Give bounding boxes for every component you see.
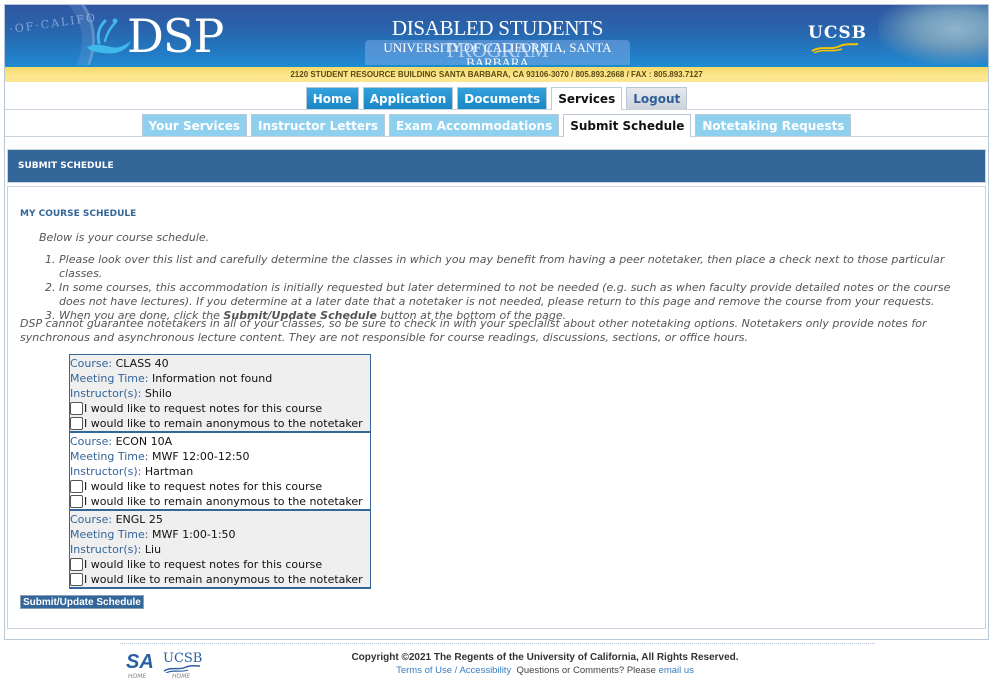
tab-services[interactable]: Services [551,87,623,110]
course-value: CLASS 40 [115,357,169,370]
ucsb-home-label[interactable]: HOME [172,673,190,680]
course-row: Course: CLASS 40 Meeting Time: Informati… [70,355,370,433]
course-label: Course: [70,357,113,370]
anonymous-checkbox[interactable] [70,495,83,508]
dsp-hand-icon [87,18,131,54]
anonymous-checkbox[interactable] [70,573,83,586]
meeting-time-label: Meeting Time: [70,372,149,385]
meeting-time-value: MWF 1:00-1:50 [151,528,236,541]
subtab-your-services[interactable]: Your Services [141,114,248,136]
subtab-submit-schedule[interactable]: Submit Schedule [563,114,692,137]
course-row: Course: ECON 10A Meeting Time: MWF 12:00… [70,433,370,511]
course-value: ENGL 25 [115,513,163,526]
tab-documents[interactable]: Documents [457,87,548,109]
ucsb-wave-icon [163,665,201,673]
dsp-logo[interactable]: DSP [127,11,224,61]
request-notes-checkbox[interactable] [70,480,83,493]
tab-logout[interactable]: Logout [626,87,688,109]
section-header: SUBMIT SCHEDULE [7,149,986,183]
email-us-link[interactable]: email us [659,665,694,676]
course-label: Course: [70,513,113,526]
course-label: Course: [70,435,113,448]
subtab-instructor-letters[interactable]: Instructor Letters [251,114,386,136]
anonymous-checkbox[interactable] [70,417,83,430]
footer-divider [120,643,875,644]
instructors-value: Shilo [144,387,172,400]
sa-home-label[interactable]: HOME [128,673,146,680]
subtab-notetaking-requests[interactable]: Notetaking Requests [695,114,852,136]
instruction-step: Please look over this list and carefully… [59,253,979,281]
main-nav: Home Application Documents Services Logo… [5,87,988,110]
address-bar: 2120 STUDENT RESOURCE BUILDING SANTA BAR… [5,65,988,82]
sub-nav: Your Services Instructor Letters Exam Ac… [5,114,988,137]
content-box: MY COURSE SCHEDULE Below is your course … [7,186,986,629]
instructors-value: Liu [144,543,162,556]
meeting-time-value: Information not found [151,372,273,385]
instructors-label: Instructor(s): [70,543,142,556]
disclaimer-text: DSP cannot guarantee notetakers in all o… [20,317,927,344]
instruction-step: In some courses, this accommodation is i… [59,281,979,309]
coastline-image [878,5,988,65]
meeting-time-label: Meeting Time: [70,528,149,541]
tab-application[interactable]: Application [362,87,454,109]
tab-home[interactable]: Home [305,87,359,109]
sa-home-logo[interactable]: SA [126,651,154,673]
instructors-value: Hartman [144,465,194,478]
accessibility-link[interactable]: Accessibility [459,665,511,676]
schedule-title: MY COURSE SCHEDULE [20,209,137,219]
ucsb-logo[interactable]: UCSB [808,23,867,43]
course-row: Course: ENGL 25 Meeting Time: MWF 1:00-1… [70,511,370,589]
ucsb-home-logo[interactable]: UCSB [163,651,202,666]
anonymous-label[interactable]: I would like to remain anonymous to the … [84,494,363,509]
anonymous-label[interactable]: I would like to remain anonymous to the … [84,572,363,587]
ucsb-wave-icon [811,43,859,53]
request-notes-checkbox[interactable] [70,402,83,415]
page-frame: ·OF·CALIFO DSP DISABLED STUDENTS PROGRAM… [4,4,989,640]
anonymous-label[interactable]: I would like to remain anonymous to the … [84,416,363,431]
subtab-exam-accommodations[interactable]: Exam Accommodations [389,114,560,136]
questions-text: Questions or Comments? Please [511,665,659,676]
course-table: Course: CLASS 40 Meeting Time: Informati… [69,354,371,589]
submit-update-schedule-button[interactable]: Submit/Update Schedule [20,595,144,609]
meeting-time-value: MWF 12:00-12:50 [151,450,250,463]
course-value: ECON 10A [115,435,173,448]
request-notes-label[interactable]: I would like to request notes for this c… [84,557,322,572]
request-notes-label[interactable]: I would like to request notes for this c… [84,479,322,494]
instructors-label: Instructor(s): [70,465,142,478]
program-subtitle: UNIVERSITY OF CALIFORNIA, SANTA BARBARA [365,40,630,65]
meeting-time-label: Meeting Time: [70,450,149,463]
instruction-steps: Please look over this list and carefully… [39,253,979,323]
request-notes-label[interactable]: I would like to request notes for this c… [84,401,322,416]
terms-of-use-link[interactable]: Terms of Use [396,665,452,676]
intro-text: Below is your course schedule. [39,231,210,244]
copyright-text: Copyright ©2021 The Regents of the Unive… [351,652,739,663]
site-banner: ·OF·CALIFO DSP DISABLED STUDENTS PROGRAM… [5,5,988,65]
request-notes-checkbox[interactable] [70,558,83,571]
instructors-label: Instructor(s): [70,387,142,400]
footer-links: Terms of Use / Accessibility Questions o… [300,665,790,676]
